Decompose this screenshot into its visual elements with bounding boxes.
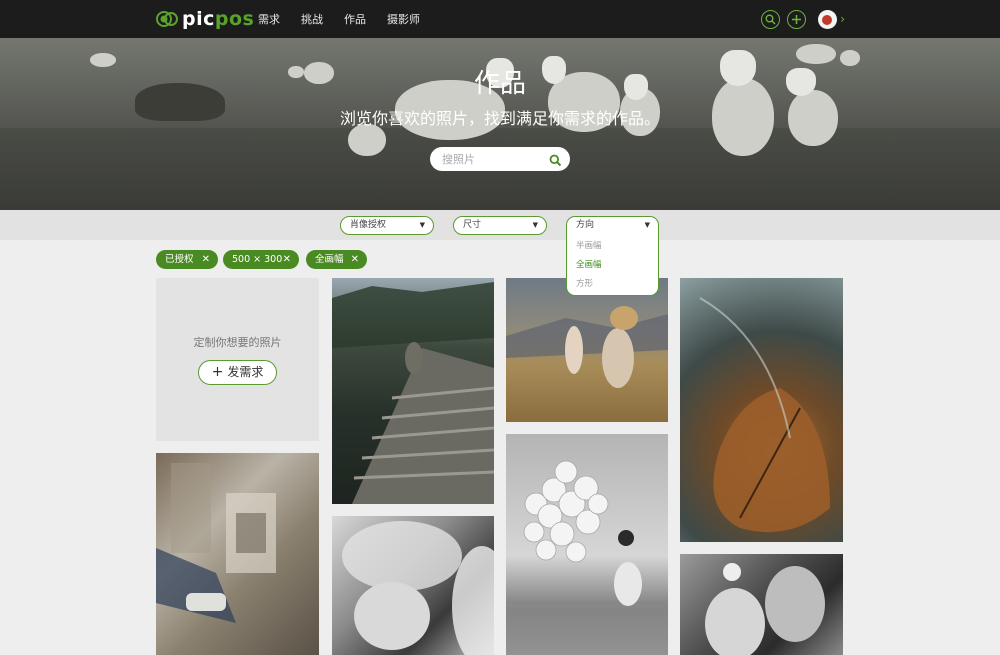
dropdown-label: 尺寸 <box>463 220 482 230</box>
photo-balloon-girl[interactable] <box>506 434 668 655</box>
photo-railroad-art <box>332 282 494 504</box>
hero-banner: 作品 浏览你喜欢的照片，找到满足你需求的作品。 <box>0 38 1000 210</box>
option-square[interactable]: 方形 <box>576 276 593 292</box>
avatar[interactable] <box>818 9 838 29</box>
photo-search-input[interactable] <box>442 151 542 167</box>
caret-down-icon: ▼ <box>644 221 650 229</box>
photo-couple-art <box>705 563 825 655</box>
plus-icon: + <box>211 364 224 380</box>
tag-label: 全画幅 <box>315 254 344 265</box>
nav-item-works[interactable]: 作品 <box>344 11 366 27</box>
photo-balloon-art <box>506 460 668 655</box>
chevron-right-icon[interactable]: › <box>840 12 845 26</box>
cta-text: 定制你想要的照片 <box>193 336 282 349</box>
orientation-dropdown[interactable]: 方向 ▼ 半画幅 全画幅 方形 <box>566 216 659 296</box>
photo-city-art <box>156 463 276 623</box>
nav-item-demand[interactable]: 需求 <box>258 11 280 27</box>
button-label: 发需求 <box>227 365 264 379</box>
photo-railroad-bridge[interactable] <box>332 278 494 504</box>
tag-label: 已授权 <box>165 254 194 265</box>
top-nav: picpos 需求 挑战 作品 摄影师 › <box>0 0 1000 38</box>
filter-bar: 肖像授权 ▼ 尺寸 ▼ 方向 ▼ 半画幅 全画幅 方形 <box>0 210 1000 296</box>
photo-autumn-leaf[interactable] <box>680 278 843 542</box>
close-icon[interactable]: ✕ <box>202 250 210 269</box>
search-button[interactable] <box>761 9 781 29</box>
portrait-rights-dropdown[interactable]: 肖像授权 ▼ <box>340 216 434 235</box>
photo-city-rooftop[interactable] <box>156 453 319 655</box>
post-request-button[interactable]: + 发需求 <box>198 360 277 385</box>
photo-couple[interactable] <box>680 554 843 655</box>
active-tag: 500 × 300 ✕ <box>223 250 299 269</box>
logo-text: picpos <box>182 8 255 30</box>
custom-request-card: 定制你想要的照片 + 发需求 <box>156 278 319 441</box>
plus-icon <box>792 14 802 24</box>
dropdown-label: 方向 <box>576 220 595 230</box>
photo-search <box>430 147 570 171</box>
option-full-frame[interactable]: 全画幅 <box>576 257 602 273</box>
nav-actions: › <box>754 9 845 29</box>
add-button[interactable] <box>787 9 807 29</box>
photo-girls-art <box>506 306 668 388</box>
active-tag: 全画幅 ✕ <box>306 250 367 269</box>
search-icon <box>765 14 776 25</box>
photo-mother-art <box>342 521 494 655</box>
logo-mark-icon <box>156 11 178 27</box>
nav-item-challenge[interactable]: 挑战 <box>301 11 323 27</box>
page-title: 作品 <box>473 69 526 99</box>
photo-leaf-art <box>699 297 830 533</box>
dropdown-label: 肖像授权 <box>350 220 387 230</box>
nav-item-photographers[interactable]: 摄影师 <box>387 11 420 27</box>
logo[interactable]: picpos <box>156 9 254 29</box>
photo-girls-field[interactable] <box>506 278 668 422</box>
search-submit-button[interactable] <box>549 152 562 171</box>
photo-mother-baby[interactable] <box>332 516 494 655</box>
tag-label: 500 × 300 <box>232 254 283 265</box>
page-subtitle: 浏览你喜欢的照片，找到满足你需求的作品。 <box>339 109 660 128</box>
close-icon[interactable]: ✕ <box>283 250 291 269</box>
active-tag: 已授权 ✕ <box>156 250 218 269</box>
option-half-frame[interactable]: 半画幅 <box>576 238 602 254</box>
close-icon[interactable]: ✕ <box>351 250 359 269</box>
size-dropdown[interactable]: 尺寸 ▼ <box>453 216 547 235</box>
caret-down-icon: ▼ <box>419 221 425 229</box>
main-menu: 需求 挑战 作品 摄影师 <box>258 0 441 38</box>
search-icon <box>549 154 562 167</box>
sheep-shape <box>796 44 836 64</box>
caret-down-icon: ▼ <box>532 221 538 229</box>
